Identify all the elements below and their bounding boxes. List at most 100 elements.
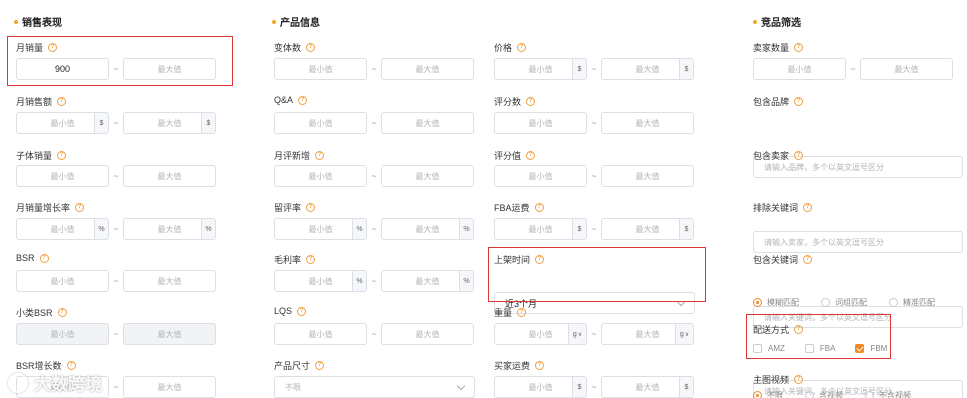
- monthly-revenue-min-input[interactable]: 最小值 $: [16, 112, 109, 134]
- fba-fee-label-text: FBA运费: [494, 203, 530, 213]
- radio-fuzzy-match[interactable]: 模糊匹配: [753, 297, 799, 308]
- monthly-revenue-label: 月销售额?: [16, 95, 67, 108]
- qa-min-input[interactable]: 最小值: [274, 112, 367, 134]
- bsr-growth-max-input[interactable]: 最大值: [123, 376, 216, 398]
- review-count-max-input[interactable]: 最大值: [601, 112, 694, 134]
- help-icon[interactable]: ?: [39, 253, 49, 263]
- fba-fee-label: FBA运费?: [494, 201, 544, 214]
- help-icon[interactable]: ?: [803, 203, 813, 212]
- variants-min-input[interactable]: 最小值: [274, 58, 367, 80]
- weight-max-input[interactable]: 最大值 g ∨: [601, 323, 694, 345]
- bsr-min-input[interactable]: 最小值: [16, 270, 109, 292]
- range-tilde: ~: [113, 276, 119, 286]
- help-icon[interactable]: ?: [794, 97, 804, 106]
- help-icon[interactable]: ?: [794, 375, 804, 384]
- dollar-suffix: $: [94, 113, 108, 133]
- radio-video-any[interactable]: 不限: [753, 390, 783, 398]
- help-icon[interactable]: ?: [306, 255, 316, 264]
- review-count-min-input[interactable]: 最小值: [494, 112, 587, 134]
- radio-video-without[interactable]: 不含视频: [865, 390, 911, 398]
- radio-label: 不含视频: [879, 391, 911, 398]
- fba-fee-min-input[interactable]: 最小值 $: [494, 218, 587, 240]
- fba-fee-max-input[interactable]: 最大值 $: [601, 218, 694, 240]
- help-icon[interactable]: ?: [803, 255, 813, 264]
- seller-count-min-input[interactable]: 最小值: [753, 58, 846, 80]
- highlight-box-monthly-sales: [7, 36, 233, 86]
- sales-growth-max-input[interactable]: 最大值%: [123, 218, 216, 240]
- help-icon[interactable]: ?: [306, 203, 316, 212]
- section-title-competitor-text: 竞品筛选: [761, 18, 801, 29]
- main-video-radio-group: 不限 含视频 不含视频: [753, 390, 911, 398]
- help-icon[interactable]: ?: [526, 151, 536, 160]
- bsr-range: 最小值 ~ 最大值: [16, 270, 216, 292]
- help-icon[interactable]: ?: [794, 151, 804, 160]
- help-icon[interactable]: ?: [297, 306, 307, 316]
- help-icon[interactable]: ?: [315, 151, 325, 160]
- seller-count-max-input[interactable]: 最大值: [860, 58, 953, 80]
- help-icon[interactable]: ?: [315, 361, 325, 370]
- margin-min-input[interactable]: 最小值%: [274, 270, 367, 292]
- range-tilde: ~: [591, 171, 597, 181]
- qa-max-input[interactable]: 最大值: [381, 112, 474, 134]
- price-max-input[interactable]: 最大值 $: [601, 58, 694, 80]
- help-icon[interactable]: ?: [517, 43, 527, 52]
- monthly-reviews-max-input[interactable]: 最大值: [381, 165, 474, 187]
- bsr-max-input[interactable]: 最大值: [123, 270, 216, 292]
- variants-label-text: 变体数: [274, 43, 302, 53]
- weight-unit-select[interactable]: g ∨: [675, 324, 693, 344]
- child-sales-max-input[interactable]: 最大值: [123, 165, 216, 187]
- section-title-competitor: 竞品筛选: [753, 14, 801, 29]
- review-rate-label-text: 留评率: [274, 203, 302, 213]
- monthly-reviews-range: 最小值 ~ 最大值: [274, 165, 474, 187]
- weight-unit-select[interactable]: g ∨: [568, 324, 586, 344]
- sub-bsr-max-input[interactable]: 最大值: [123, 323, 216, 345]
- child-sales-min-input[interactable]: 最小值: [16, 165, 109, 187]
- help-icon[interactable]: ?: [534, 203, 544, 212]
- rating-min-input[interactable]: 最小值: [494, 165, 587, 187]
- help-icon[interactable]: ?: [75, 203, 85, 212]
- buyer-shipping-max-input[interactable]: 最大值 $: [601, 376, 694, 398]
- margin-max-input[interactable]: 最大值%: [381, 270, 474, 292]
- sub-bsr-min-input[interactable]: 最小值: [16, 323, 109, 345]
- radio-exact-match[interactable]: 精准匹配: [889, 297, 935, 308]
- help-icon[interactable]: ?: [57, 151, 67, 160]
- include-seller-input[interactable]: 请输入卖家，多个以英文逗号区分: [753, 231, 963, 253]
- review-rate-max-input[interactable]: 最大值%: [381, 218, 474, 240]
- help-icon[interactable]: ?: [298, 95, 308, 105]
- seller-count-label: 卖家数量?: [753, 41, 804, 54]
- buyer-shipping-min-input[interactable]: 最小值 $: [494, 376, 587, 398]
- review-rate-min-input[interactable]: 最小值%: [274, 218, 367, 240]
- help-icon[interactable]: ?: [57, 97, 67, 106]
- lqs-max-input[interactable]: 最大值: [381, 323, 474, 345]
- variants-max-input[interactable]: 最大值: [381, 58, 474, 80]
- radio-phrase-match[interactable]: 词组匹配: [821, 297, 867, 308]
- sales-growth-min-input[interactable]: 最小值%: [16, 218, 109, 240]
- rating-max-input[interactable]: 最大值: [601, 165, 694, 187]
- price-min-input[interactable]: 最小值 $: [494, 58, 587, 80]
- chevron-down-icon: ∨: [577, 331, 583, 338]
- rating-label-text: 评分值: [494, 151, 522, 161]
- size-select[interactable]: 不限: [274, 376, 475, 398]
- rating-range: 最小值 ~ 最大值: [494, 165, 694, 187]
- range-tilde: ~: [850, 64, 856, 74]
- help-icon[interactable]: ?: [306, 43, 316, 52]
- lqs-min-input[interactable]: 最小值: [274, 323, 367, 345]
- help-icon[interactable]: ?: [66, 361, 76, 370]
- placeholder-max: 最大值: [635, 382, 660, 392]
- radio-selected-icon: [753, 391, 762, 398]
- help-icon[interactable]: ?: [535, 361, 545, 370]
- sub-bsr-label: 小类BSR?: [16, 306, 67, 319]
- help-icon[interactable]: ?: [794, 43, 804, 52]
- placeholder-min: 最小值: [50, 118, 75, 128]
- weight-label: 重量?: [494, 306, 527, 319]
- radio-video-with[interactable]: 含视频: [805, 390, 843, 398]
- monthly-reviews-min-input[interactable]: 最小值: [274, 165, 367, 187]
- radio-label: 含视频: [819, 391, 843, 398]
- help-icon[interactable]: ?: [526, 97, 536, 106]
- monthly-revenue-max-input[interactable]: 最大值 $: [123, 112, 216, 134]
- weight-min-input[interactable]: 最小值 g ∨: [494, 323, 587, 345]
- radio-label: 词组匹配: [835, 298, 867, 307]
- rating-label: 评分值?: [494, 149, 536, 162]
- help-icon[interactable]: ?: [57, 308, 67, 317]
- help-icon[interactable]: ?: [517, 308, 527, 317]
